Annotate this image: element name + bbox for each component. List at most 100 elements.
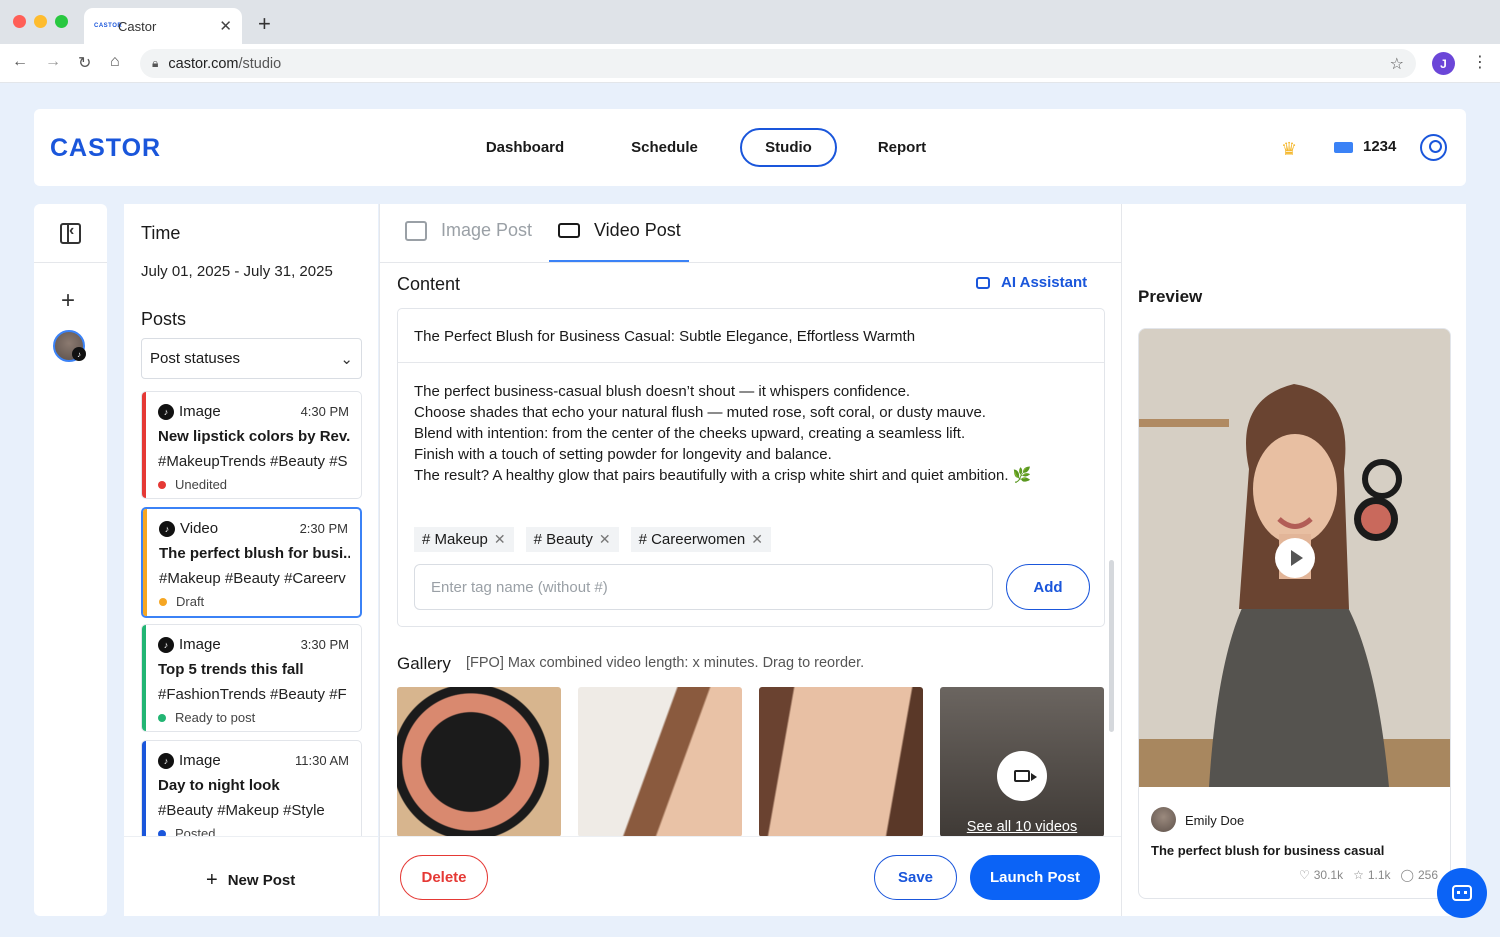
collapse-sidebar-icon[interactable]: [60, 222, 81, 244]
tag-label: # Beauty: [533, 531, 593, 548]
nav-studio[interactable]: Studio: [740, 128, 837, 167]
browser-profile-avatar[interactable]: J: [1432, 52, 1455, 75]
image-icon: [405, 220, 427, 241]
credits-count: 1234: [1363, 138, 1397, 155]
user-icon[interactable]: [1420, 134, 1447, 161]
post-title: Day to night look: [158, 777, 280, 794]
divider: [398, 362, 1104, 363]
back-icon[interactable]: ←: [12, 53, 28, 71]
url-path: /studio: [238, 55, 282, 72]
delete-button[interactable]: Delete: [400, 855, 488, 900]
remove-tag-icon[interactable]: ✕: [494, 531, 506, 548]
close-tab-icon[interactable]: ✕: [219, 17, 232, 35]
nav-report[interactable]: Report: [852, 128, 952, 167]
window-close-dot[interactable]: [13, 15, 26, 28]
tab-video-post[interactable]: Video Post: [558, 220, 681, 241]
divider: [34, 262, 107, 263]
tab-video-post-label: Video Post: [594, 220, 681, 240]
preview-card: Emily Doe The perfect blush for business…: [1138, 328, 1451, 899]
date-range[interactable]: July 01, 2025 - July 31, 2025: [141, 263, 333, 280]
chevron-down-icon: ⌄: [340, 350, 353, 368]
castor-logo[interactable]: CASTOR: [50, 134, 161, 163]
add-account-icon[interactable]: +: [61, 287, 75, 315]
post-tags: #Makeup #Beauty #Careerv: [159, 570, 346, 587]
mini-sidebar: + ♪: [34, 204, 107, 916]
app-header: CASTOR Dashboard Schedule Studio Report …: [34, 109, 1466, 186]
likes-count: 30.1k: [1313, 868, 1344, 882]
new-tab-icon[interactable]: +: [258, 11, 271, 37]
post-tags: #MakeupTrends #Beauty #S: [158, 453, 348, 470]
add-tag-button[interactable]: Add: [1006, 564, 1090, 610]
post-card[interactable]: ♪ Image 3:30 PM Top 5 trends this fall #Fa…: [141, 624, 362, 732]
robot-icon: [976, 276, 990, 289]
status-dot: [159, 597, 167, 606]
gallery-note: [FPO] Max combined video length: x minut…: [466, 655, 865, 671]
browser-toolbar: ← → ↻ ⌂ 🔒︎ castor.com/studio ☆: [0, 44, 1500, 83]
post-card-selected[interactable]: ♪ Video 2:30 PM The perfect blush for busi…: [141, 507, 362, 618]
launch-post-button[interactable]: Launch Post: [970, 855, 1100, 900]
heart-icon: ♡: [1298, 868, 1310, 882]
gallery-thumbnail[interactable]: [578, 687, 742, 837]
post-title: Top 5 trends this fall: [158, 661, 304, 678]
tiktok-icon: ♪: [158, 752, 174, 769]
bookmark-star-icon[interactable]: ☆: [1390, 54, 1404, 74]
post-status: Unedited: [175, 477, 228, 492]
preview-title: The perfect blush for business casual: [1151, 843, 1385, 858]
time-label: Time: [141, 223, 181, 243]
preview-video[interactable]: [1139, 329, 1450, 787]
scrollbar[interactable]: [1109, 560, 1114, 732]
remove-tag-icon[interactable]: ✕: [751, 531, 763, 548]
tiktok-icon: ♪: [72, 347, 86, 361]
ai-assistant-button[interactable]: AI Assistant: [976, 274, 1087, 291]
post-status-select[interactable]: Post statuses ⌄: [141, 338, 362, 379]
tab-image-post[interactable]: Image Post: [405, 220, 532, 241]
post-status-value: Post statuses: [150, 350, 241, 367]
post-time: 4:30 PM: [300, 404, 349, 419]
comments-count: 256: [1417, 868, 1438, 882]
new-post-button[interactable]: + New Post: [206, 869, 295, 892]
play-icon[interactable]: [1275, 538, 1315, 578]
post-card[interactable]: ♪ Image 4:30 PM New lipstick colors by Rev…: [141, 391, 362, 499]
nav-schedule[interactable]: Schedule: [607, 128, 722, 167]
tag-label: # Careerwomen: [638, 531, 746, 548]
post-editor: Image Post Video Post Content AI Assista…: [379, 204, 1122, 916]
posts-label: Posts: [141, 309, 187, 329]
post-title-field[interactable]: The Perfect Blush for Business Casual: S…: [414, 328, 915, 345]
video-icon: [997, 751, 1047, 801]
tiktok-icon: ♪: [158, 636, 174, 653]
post-type: Video: [180, 520, 219, 537]
remove-tag-icon[interactable]: ✕: [599, 531, 611, 548]
video-camera-icon: [558, 223, 580, 238]
post-time: 2:30 PM: [299, 521, 348, 536]
tag-label: # Makeup: [422, 531, 488, 548]
crown-icon[interactable]: ♛: [1281, 139, 1297, 160]
status-dot: [158, 713, 166, 722]
lock-icon: 🔒︎: [152, 56, 159, 70]
gallery-label: Gallery: [397, 654, 451, 673]
see-all-videos-link[interactable]: See all 10 videos: [940, 819, 1104, 835]
posts-panel: Time July 01, 2025 - July 31, 2025 Posts…: [124, 204, 378, 916]
window-minimize-dot[interactable]: [34, 15, 47, 28]
gallery-thumbnail[interactable]: [759, 687, 923, 837]
tag-input[interactable]: [414, 564, 993, 610]
status-bar: [142, 625, 146, 731]
content-box: The Perfect Blush for Business Casual: S…: [397, 308, 1105, 627]
post-body-field[interactable]: The perfect business-casual blush doesn’…: [414, 381, 1094, 486]
status-dot: [158, 480, 166, 489]
home-icon[interactable]: ⌂: [110, 53, 120, 71]
post-type: Image: [179, 403, 221, 420]
author-name: Emily Doe: [1185, 813, 1245, 828]
browser-menu-icon[interactable]: ⋮: [1472, 52, 1488, 72]
nav-dashboard[interactable]: Dashboard: [464, 128, 586, 167]
window-maximize-dot[interactable]: [55, 15, 68, 28]
favorites-count: 1.1k: [1367, 868, 1391, 882]
post-card[interactable]: ♪ Image 11:30 AM Day to night look #Beauty…: [141, 740, 362, 848]
address-bar[interactable]: 🔒︎ castor.com/studio ☆: [140, 49, 1416, 78]
gallery-thumbnail-more[interactable]: See all 10 videos: [940, 687, 1104, 837]
gallery-thumbnail[interactable]: [397, 687, 561, 837]
save-button[interactable]: Save: [874, 855, 957, 900]
reload-icon[interactable]: ↻: [78, 53, 91, 73]
forward-icon[interactable]: →: [45, 53, 61, 71]
assistant-fab-button[interactable]: [1437, 868, 1487, 918]
browser-tab[interactable]: CASTOR Castor ✕: [84, 8, 242, 44]
